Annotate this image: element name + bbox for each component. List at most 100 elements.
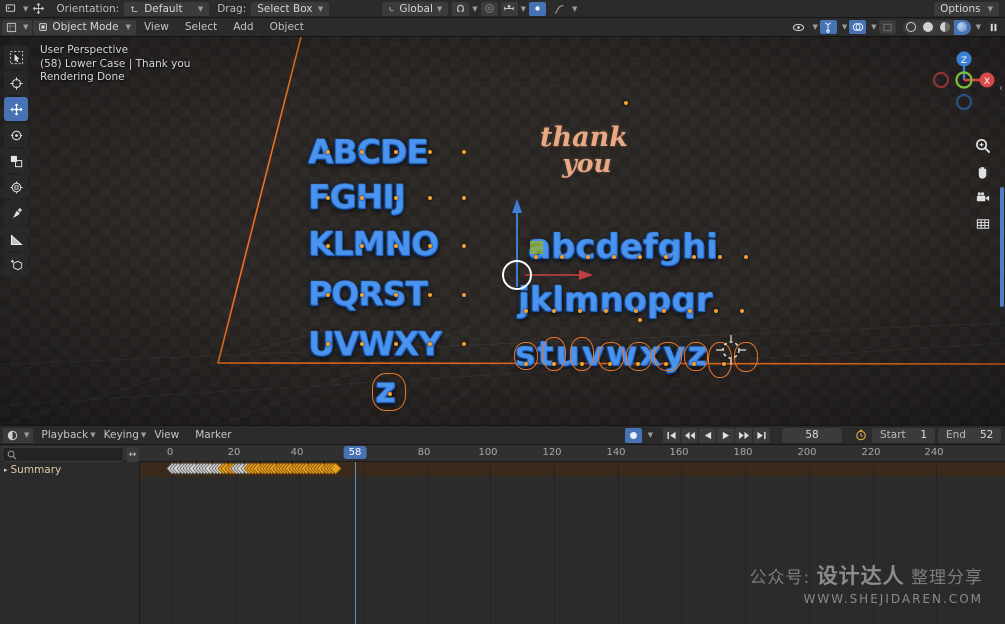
menu-add[interactable]: Add bbox=[225, 21, 261, 33]
viewport-editor-type-button[interactable]: ▼ bbox=[2, 19, 33, 35]
current-frame-field[interactable]: 58 bbox=[782, 427, 842, 443]
move-tool-icon bbox=[28, 1, 48, 17]
play-icon[interactable] bbox=[717, 427, 734, 443]
thank-you-text[interactable]: thank you bbox=[540, 124, 628, 177]
summary-channel-row[interactable] bbox=[0, 462, 1005, 477]
shading-solid-button[interactable] bbox=[920, 20, 937, 35]
drag-dropdown[interactable]: Select Box ▼ bbox=[251, 1, 330, 16]
jump-to-prev-keyframe-icon[interactable] bbox=[681, 427, 698, 443]
pivot-point-icon[interactable] bbox=[500, 1, 518, 16]
viewport-info-line-3: Rendering Done bbox=[40, 71, 125, 83]
shading-wireframe-button[interactable] bbox=[903, 20, 920, 35]
camera-icon[interactable] bbox=[974, 189, 991, 206]
end-frame-field[interactable]: End 52 bbox=[938, 427, 1001, 443]
ruler-tick-40: 40 bbox=[290, 447, 304, 458]
transform-orientation-dropdown[interactable]: Global ▼ bbox=[382, 1, 449, 16]
gizmo-icon[interactable] bbox=[819, 20, 837, 34]
shading-rendered-button[interactable] bbox=[953, 19, 971, 35]
timeline-header: ▼ Playback ▼ Keying ▼ View Marker ▼ 58 S… bbox=[0, 425, 1005, 445]
jump-to-start-icon[interactable] bbox=[663, 427, 680, 443]
move-tool[interactable] bbox=[4, 97, 28, 121]
channel-region bbox=[0, 462, 140, 624]
orientation-dropdown[interactable]: Default ▼ bbox=[124, 1, 210, 16]
timeline-editor-type-button[interactable]: ▼ bbox=[3, 427, 34, 443]
summary-expand-chevron-icon[interactable]: ▸ bbox=[4, 466, 8, 474]
editor-type-icon[interactable] bbox=[0, 1, 20, 17]
visibility-chevron-down-icon[interactable]: ▼ bbox=[812, 23, 817, 31]
ruler-tick-180: 180 bbox=[733, 447, 753, 458]
navigation-gizmo[interactable]: Z X bbox=[929, 45, 999, 115]
play-reverse-icon[interactable] bbox=[699, 427, 716, 443]
viewport-editor-chevron-down-icon: ▼ bbox=[23, 23, 29, 31]
start-frame-field[interactable]: Start 1 bbox=[872, 427, 935, 443]
mirror-x-icon[interactable] bbox=[529, 1, 547, 16]
lowercase-row-3[interactable]: stuvwxyz bbox=[515, 334, 709, 374]
measure-tool[interactable] bbox=[4, 227, 28, 251]
shading-chevron-down-icon[interactable]: ▼ bbox=[976, 23, 981, 31]
cursor-tool[interactable] bbox=[4, 71, 28, 95]
rotate-tool[interactable] bbox=[4, 123, 28, 147]
timeline-ruler[interactable]: 0 20 40 80 100 120 140 160 180 200 220 2… bbox=[0, 445, 1005, 462]
move-gizmo[interactable] bbox=[495, 197, 605, 297]
pause-icon[interactable] bbox=[985, 20, 1002, 34]
menu-keying[interactable]: Keying bbox=[96, 429, 147, 441]
3d-viewport[interactable]: User Perspective (58) Lower Case | Thank… bbox=[0, 37, 1005, 425]
expand-horizontal-icon[interactable]: ↔ bbox=[126, 447, 139, 462]
overlays-chevron-down-icon[interactable]: ▼ bbox=[871, 23, 876, 31]
summary-channel-label: Summary bbox=[10, 464, 62, 476]
visibility-icon[interactable] bbox=[790, 20, 807, 34]
falloff-curve-icon[interactable] bbox=[549, 1, 569, 17]
mode-dropdown[interactable]: Object Mode ▼ bbox=[33, 19, 136, 35]
snap-chevron-down-icon[interactable]: ▼ bbox=[472, 5, 477, 13]
menu-object[interactable]: Object bbox=[262, 21, 312, 33]
sidebar-toggle-chevron-icon[interactable]: ‹ bbox=[999, 83, 1003, 94]
drag-label: Drag: bbox=[217, 2, 247, 15]
ruler-tick-80: 80 bbox=[417, 447, 431, 458]
drag-chevron-down-icon: ▼ bbox=[317, 4, 324, 13]
transform-tool[interactable] bbox=[4, 175, 28, 199]
options-dropdown[interactable]: Options ▼ bbox=[934, 1, 999, 16]
scale-tool[interactable] bbox=[4, 149, 28, 173]
selected-glyph[interactable]: z bbox=[375, 370, 396, 411]
menu-timeline-view[interactable]: View bbox=[146, 429, 187, 441]
pan-hand-icon[interactable] bbox=[974, 163, 991, 180]
watermark: 公众号: 设计达人 整理分享 WWW.SHEJIDAREN.COM bbox=[749, 560, 983, 606]
end-frame-label: End bbox=[946, 429, 966, 441]
playback-button-group bbox=[663, 427, 770, 443]
menu-marker[interactable]: Marker bbox=[187, 429, 239, 441]
gizmo-chevron-down-icon[interactable]: ▼ bbox=[842, 23, 847, 31]
falloff-chevron-down-icon[interactable]: ▼ bbox=[572, 5, 577, 13]
proportional-edit-icon[interactable] bbox=[480, 1, 498, 16]
add-cube-tool[interactable] bbox=[4, 253, 28, 277]
use-preview-range-icon[interactable] bbox=[852, 428, 869, 442]
ruler-tick-100: 100 bbox=[478, 447, 498, 458]
menu-view[interactable]: View bbox=[136, 21, 177, 33]
auto-keying-chevron-down-icon[interactable]: ▼ bbox=[648, 431, 653, 439]
shading-material-preview-button[interactable] bbox=[937, 20, 954, 35]
magnet-icon[interactable] bbox=[452, 1, 470, 16]
summary-channel-label-group[interactable]: ▸ Summary bbox=[4, 464, 61, 476]
jump-to-end-icon[interactable] bbox=[753, 427, 770, 443]
x-ray-icon[interactable] bbox=[878, 20, 896, 34]
playhead-frame-label[interactable]: 58 bbox=[343, 446, 367, 459]
menu-playback[interactable]: Playback bbox=[33, 429, 96, 441]
pivot-chevron-down-icon[interactable]: ▼ bbox=[521, 5, 526, 13]
uppercase-row-2[interactable]: FGHIJ bbox=[308, 177, 406, 216]
ruler-tick-20: 20 bbox=[227, 447, 241, 458]
timeline-playback-controls: ▼ 58 Start 1 End 52 bbox=[624, 427, 1005, 443]
overlays-icon[interactable] bbox=[849, 20, 867, 34]
zoom-icon[interactable] bbox=[974, 137, 991, 154]
annotate-tool[interactable] bbox=[4, 201, 28, 225]
viewport-scrollbar-vertical[interactable] bbox=[1000, 187, 1004, 307]
grid-orthographic-icon[interactable] bbox=[974, 215, 991, 232]
select-box-tool[interactable] bbox=[4, 45, 28, 69]
mode-chevron-down-icon: ▼ bbox=[125, 23, 131, 31]
ruler-tick-120: 120 bbox=[542, 447, 562, 458]
auto-keying-icon[interactable] bbox=[624, 427, 642, 443]
viewport-info-line-2: (58) Lower Case | Thank you bbox=[40, 57, 191, 70]
menu-select[interactable]: Select bbox=[177, 21, 225, 33]
svg-text:X: X bbox=[984, 77, 990, 87]
channel-search-input[interactable] bbox=[2, 447, 124, 462]
jump-to-next-keyframe-icon[interactable] bbox=[735, 427, 752, 443]
start-frame-label: Start bbox=[880, 429, 906, 441]
